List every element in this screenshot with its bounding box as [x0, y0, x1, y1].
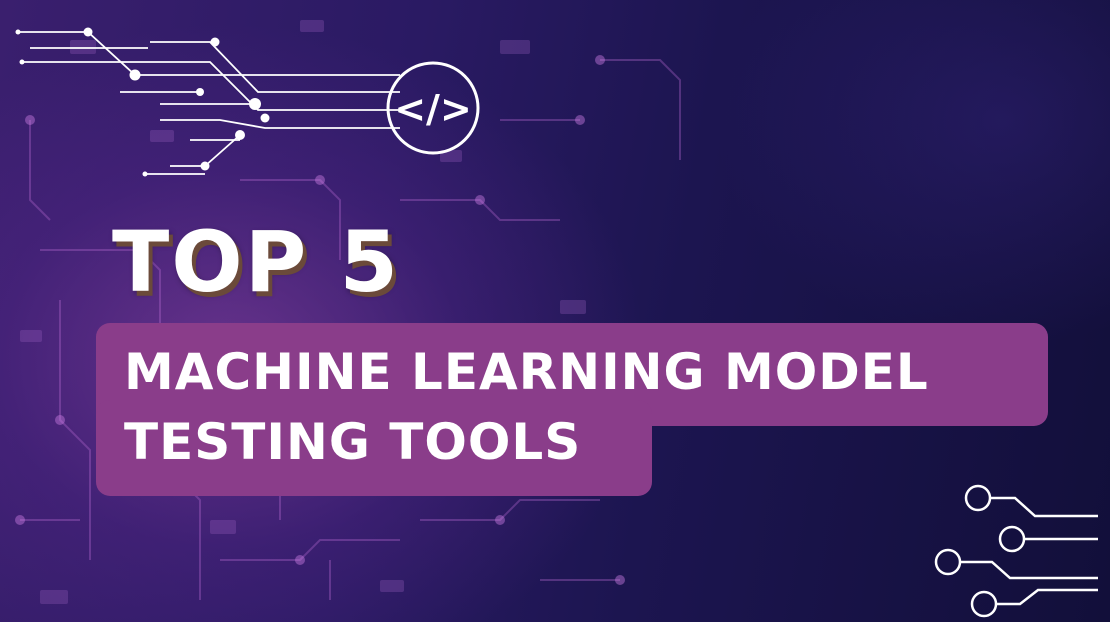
circuit-lines-icon	[18, 31, 400, 175]
circuit-nodes-icon	[934, 484, 1098, 618]
subtitle-line-2: TESTING TOOLS	[124, 413, 582, 471]
headline-title: TOP 5	[112, 213, 400, 311]
subtitle-line-1: MACHINE LEARNING MODEL	[124, 343, 929, 401]
banner: </> TOP 5 MACHINE LEARNING MODEL TESTING…	[0, 0, 1110, 622]
svg-text:</>: </>	[394, 87, 472, 131]
code-brackets-icon: </>	[15, 27, 480, 177]
